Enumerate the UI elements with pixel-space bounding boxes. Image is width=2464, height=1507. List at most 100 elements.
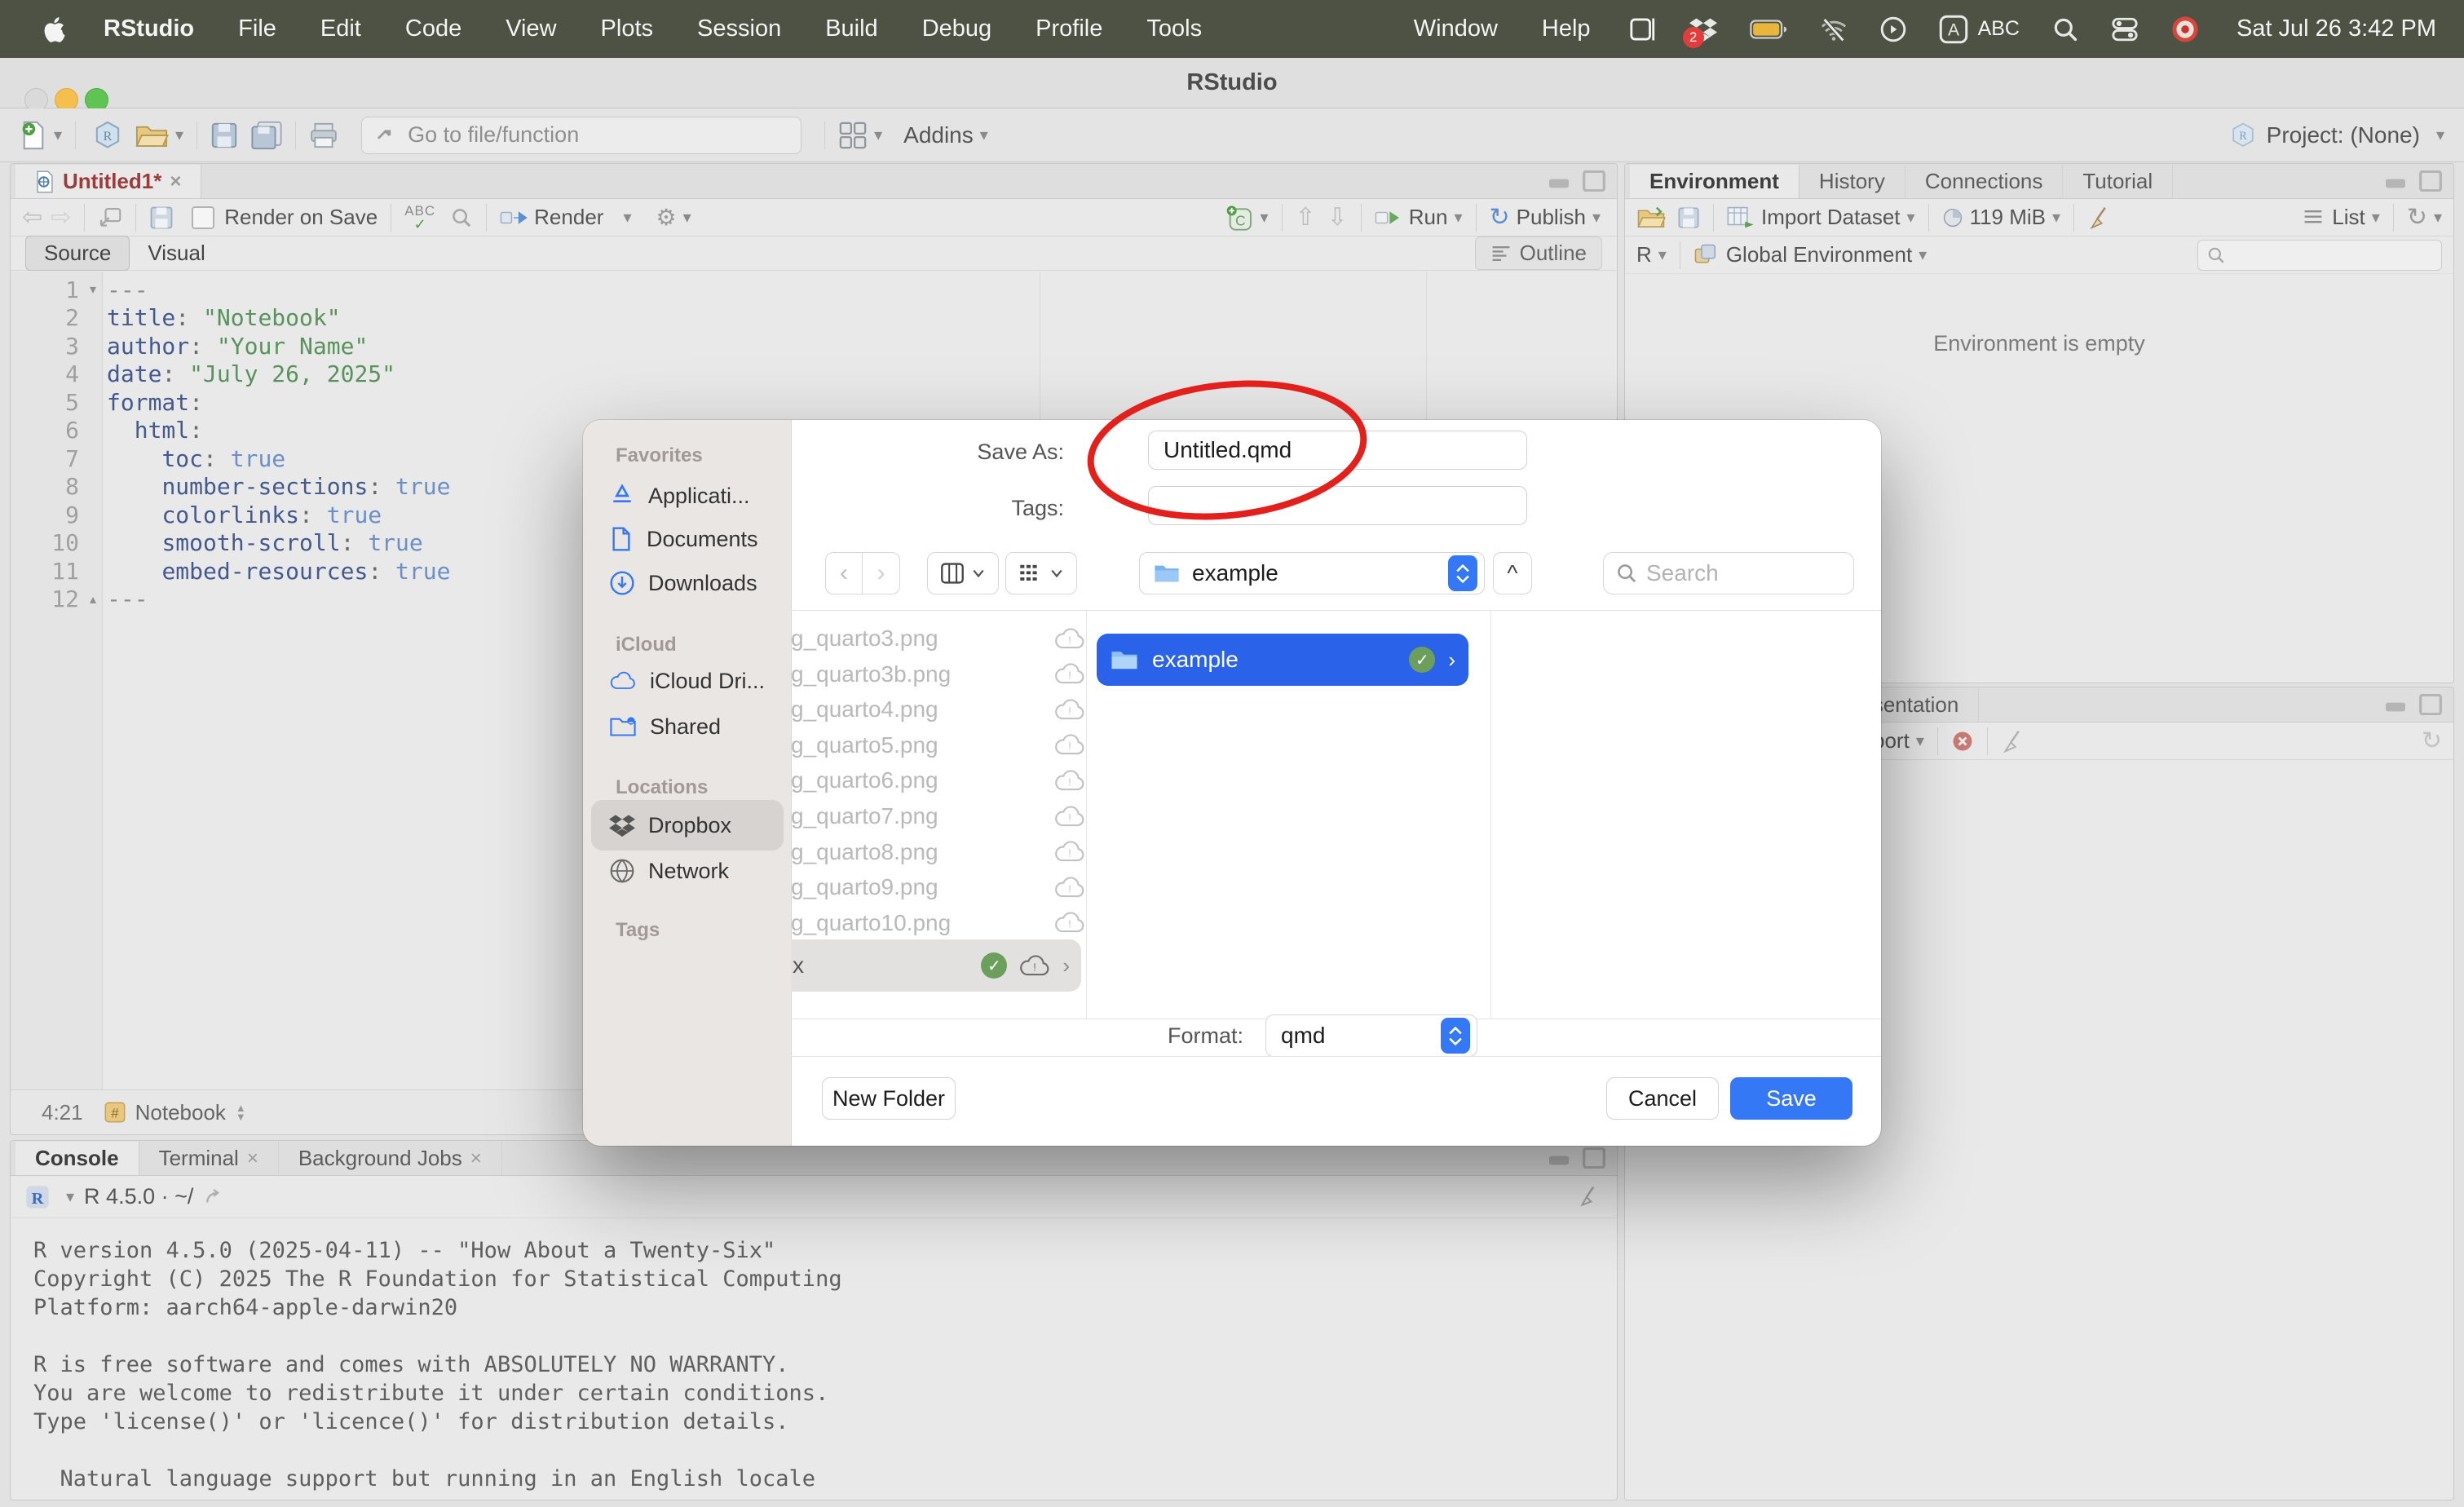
list-caret[interactable]: ▾ — [2372, 207, 2380, 228]
render-caret[interactable]: ▾ — [623, 207, 631, 228]
close-jobs-icon[interactable]: × — [470, 1147, 482, 1170]
addins-caret[interactable]: ▾ — [980, 125, 988, 145]
language-caret[interactable]: ▾ — [1658, 245, 1667, 265]
maximize-pane-icon[interactable] — [1583, 170, 1605, 192]
publish-caret[interactable]: ▾ — [1592, 207, 1601, 228]
menu-view[interactable]: View — [484, 15, 578, 42]
menu-window[interactable]: Window — [1392, 15, 1520, 42]
selected-folder-row[interactable]: example ✓ › — [1097, 634, 1468, 686]
menu-edit[interactable]: Edit — [298, 15, 383, 42]
clear-environment-icon[interactable] — [2087, 206, 2112, 230]
workspace-panes-button[interactable] — [838, 121, 868, 150]
tab-environment[interactable]: Environment — [1630, 165, 1799, 198]
tab-history[interactable]: History — [1799, 165, 1905, 198]
location-dropdown[interactable]: example — [1139, 552, 1485, 594]
maximize-pane-icon[interactable] — [1583, 1147, 1605, 1169]
new-file-button[interactable] — [20, 120, 47, 151]
maximize-pane-icon[interactable] — [2419, 694, 2442, 715]
menu-rstudio[interactable]: RStudio — [82, 15, 216, 42]
nav-back-icon[interactable]: ⇦ — [22, 203, 42, 232]
minimize-pane-icon[interactable] — [2383, 170, 2408, 190]
scope-caret[interactable]: ▾ — [1919, 245, 1927, 265]
publish-icon[interactable]: ↻ — [1490, 203, 1510, 232]
tab-background-jobs[interactable]: Background Jobs× — [279, 1142, 502, 1175]
view-options-button[interactable] — [1005, 552, 1077, 594]
menu-tools[interactable]: Tools — [1124, 15, 1224, 42]
menu-plots[interactable]: Plots — [579, 15, 675, 42]
back-button[interactable]: ‹ — [825, 552, 863, 594]
publish-label[interactable]: Publish — [1517, 205, 1586, 230]
run-next-icon[interactable]: ⇩ — [1327, 203, 1348, 232]
input-source-icon[interactable]: A ABC — [1939, 15, 2020, 44]
run-icon[interactable] — [1375, 207, 1402, 228]
sidebar-item-icloud-drive[interactable]: iCloud Dri... — [609, 658, 765, 704]
refresh-caret[interactable]: ▾ — [2434, 207, 2442, 228]
battery-icon[interactable] — [1750, 20, 1787, 39]
code-line[interactable]: 4date: "July 26, 2025" — [11, 360, 1617, 389]
close-tab-icon[interactable]: × — [170, 170, 181, 193]
console-r-caret[interactable]: ▾ — [66, 1187, 74, 1207]
maximize-pane-icon[interactable] — [2419, 170, 2442, 192]
file-row[interactable]: g_quarto6.png! — [791, 762, 1086, 798]
spellcheck-icon[interactable]: ABC ✓ — [404, 205, 435, 231]
print-button[interactable] — [309, 122, 338, 149]
tab-console[interactable]: Console — [15, 1142, 139, 1175]
popout-icon[interactable] — [98, 206, 122, 229]
outline-selector[interactable]: # Notebook ▲▼ — [104, 1100, 246, 1125]
load-workspace-icon[interactable] — [1636, 206, 1666, 230]
export-caret[interactable]: ▾ — [1916, 731, 1924, 751]
global-environment-selector[interactable]: Global Environment — [1726, 242, 1912, 267]
sidebar-item-shared[interactable]: Shared — [609, 704, 721, 749]
minimize-pane-icon[interactable] — [2383, 694, 2408, 714]
disclosure-button[interactable]: ^ — [1493, 552, 1532, 594]
addins-button[interactable]: Addins — [903, 122, 974, 148]
gear-icon[interactable]: ⚙ — [656, 204, 676, 231]
spotlight-icon[interactable] — [2052, 16, 2078, 42]
code-line[interactable]: 2title: "Notebook" — [11, 304, 1617, 333]
save-doc-icon[interactable] — [149, 206, 174, 230]
console-popout-icon[interactable] — [203, 1187, 224, 1207]
render-label[interactable]: Render — [534, 205, 603, 230]
forward-button[interactable]: › — [863, 552, 900, 594]
console-output[interactable]: R version 4.5.0 (2025-04-11) -- "How Abo… — [11, 1218, 1617, 1495]
file-row[interactable]: g_quarto5.png! — [791, 727, 1086, 763]
format-dropdown[interactable]: qmd — [1265, 1014, 1477, 1057]
open-file-caret[interactable]: ▾ — [175, 125, 183, 145]
code-line[interactable]: 5format: — [11, 388, 1617, 417]
file-row[interactable]: g_quarto8.png! — [791, 834, 1086, 870]
open-file-button[interactable] — [135, 121, 169, 150]
memory-usage-icon[interactable] — [1942, 207, 1963, 228]
insert-chunk-caret[interactable]: ▾ — [1260, 207, 1268, 228]
menu-file[interactable]: File — [216, 15, 298, 42]
tab-terminal[interactable]: Terminal× — [139, 1142, 279, 1175]
source-mode-button[interactable]: Source — [25, 236, 130, 271]
display-icon[interactable] — [1629, 17, 1657, 42]
stop-icon[interactable] — [1951, 730, 1974, 753]
new-file-caret[interactable]: ▾ — [54, 125, 62, 145]
tab-tutorial[interactable]: Tutorial — [2063, 165, 2173, 198]
cancel-button[interactable]: Cancel — [1606, 1077, 1719, 1120]
file-row[interactable]: g_quarto4.png! — [791, 692, 1086, 727]
view-columns-button[interactable] — [927, 552, 999, 594]
file-row[interactable]: g_quarto3b.png! — [791, 656, 1086, 692]
minimize-pane-icon[interactable] — [1547, 1147, 1571, 1167]
sidebar-item-network[interactable]: Network — [609, 848, 729, 894]
outline-button[interactable]: Outline — [1475, 236, 1602, 270]
tab-connections[interactable]: Connections — [1905, 165, 2064, 198]
menubar-clock[interactable]: Sat Jul 26 3:42 PM — [2237, 15, 2436, 42]
nav-forward-icon[interactable]: ⇨ — [51, 203, 71, 232]
environment-search-input[interactable] — [2197, 240, 2442, 271]
cursor-position[interactable]: 4:21 — [42, 1100, 83, 1125]
render-on-save-checkbox[interactable] — [192, 206, 214, 229]
memory-usage-label[interactable]: 119 MiB — [1970, 205, 2046, 230]
visual-mode-button[interactable]: Visual — [130, 236, 223, 270]
code-line[interactable]: 3author: "Your Name" — [11, 332, 1617, 360]
find-replace-icon[interactable] — [450, 206, 473, 229]
import-dataset-caret[interactable]: ▾ — [1907, 207, 1915, 228]
menu-help[interactable]: Help — [1520, 15, 1613, 42]
apple-menu-icon[interactable] — [44, 16, 65, 42]
selected-parent-folder-row[interactable]: x ✓ ! › — [791, 939, 1081, 992]
panes-caret[interactable]: ▾ — [874, 125, 882, 145]
control-center-icon[interactable] — [2111, 16, 2139, 42]
menu-debug[interactable]: Debug — [900, 15, 1013, 42]
